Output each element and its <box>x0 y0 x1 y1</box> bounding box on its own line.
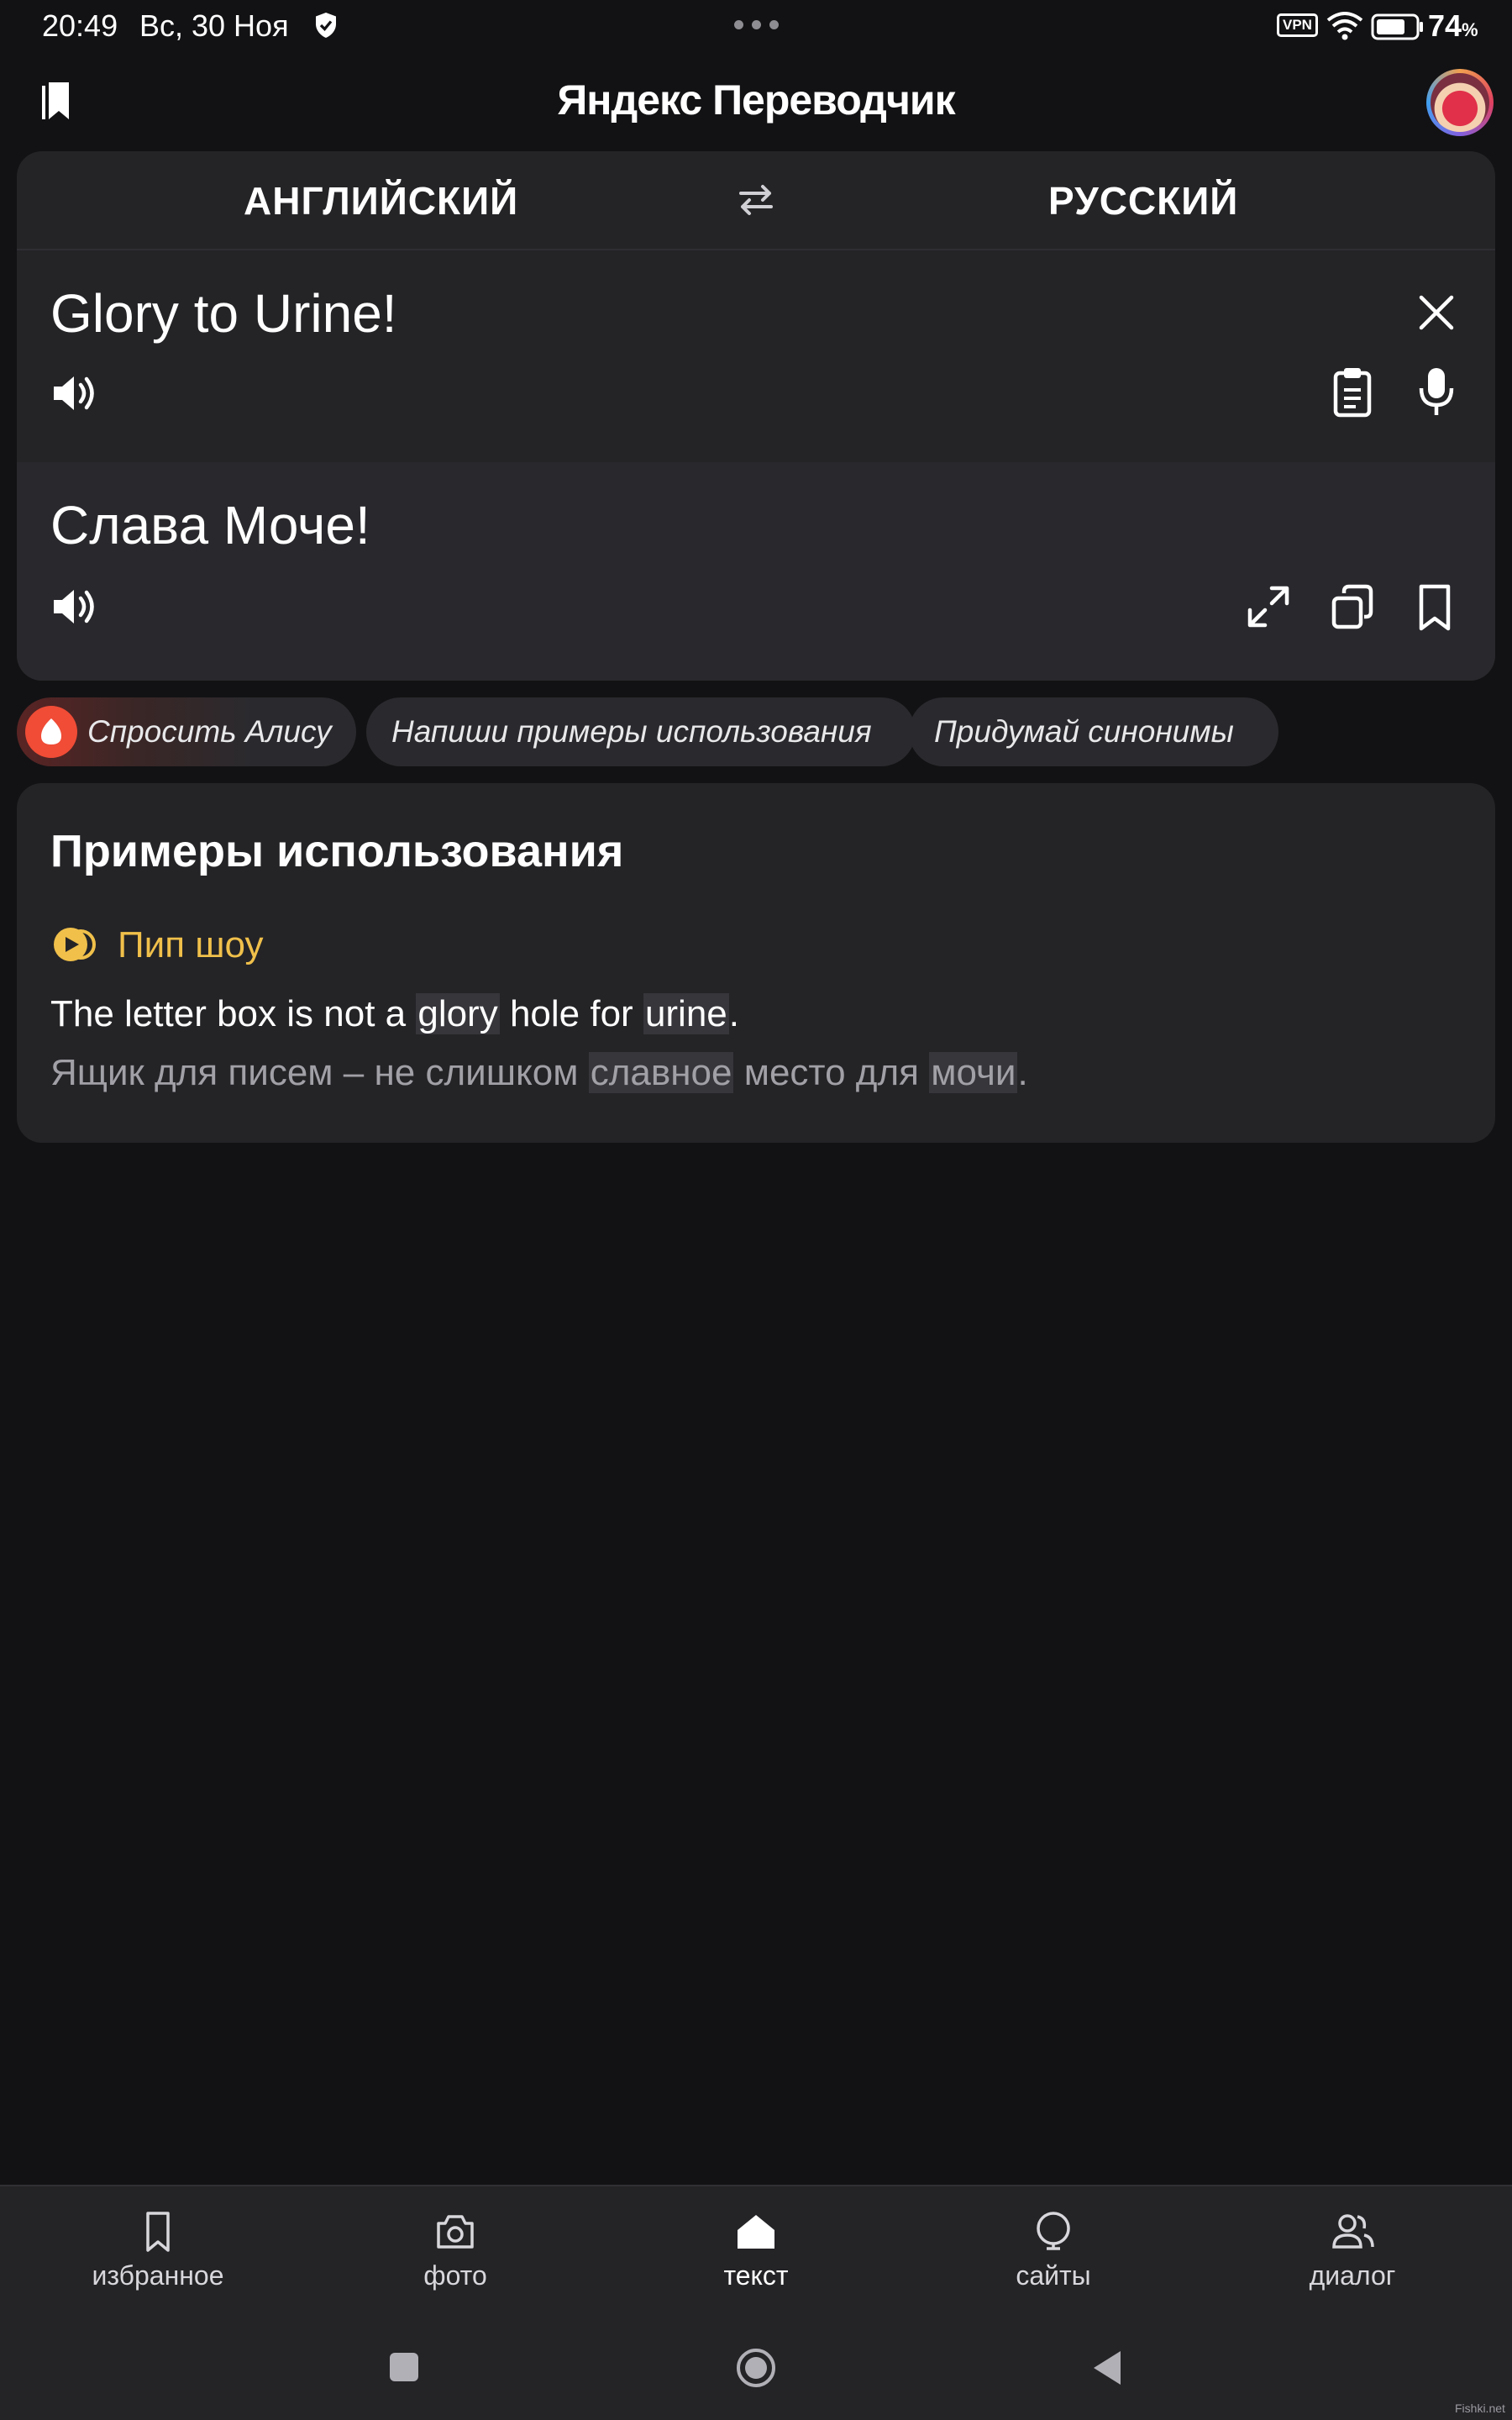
avatar[interactable] <box>1426 69 1494 136</box>
people-icon <box>1332 2214 1374 2249</box>
target-language-button[interactable]: РУССКИЙ <box>1048 178 1238 224</box>
speaker-icon[interactable] <box>50 583 101 634</box>
write-examples-chip[interactable]: Напиши примеры использования <box>366 697 916 766</box>
recents-icon[interactable] <box>388 2351 420 2387</box>
app-title: Яндекс Переводчик <box>557 76 955 124</box>
system-nav <box>0 2316 1512 2420</box>
ask-alice-chip[interactable]: Спросить Алису <box>17 697 356 766</box>
highlight-slavnoe: славное <box>588 1052 734 1093</box>
alice-icon <box>25 706 77 758</box>
highlight-glory: glory <box>416 993 500 1034</box>
back-icon[interactable] <box>1090 2349 1124 2391</box>
globe-icon <box>1037 2212 1070 2250</box>
video-source-icon <box>50 921 97 972</box>
source-language-button[interactable]: АНГЛИЙСКИЙ <box>244 178 518 224</box>
example-source[interactable]: Пип шоу <box>118 924 264 966</box>
nav-label: диалог <box>1309 2260 1396 2291</box>
chip-label: Спросить Алису <box>87 714 332 749</box>
highlight-urine: urine <box>643 993 729 1034</box>
nav-sites[interactable]: сайты <box>953 2208 1154 2291</box>
highlight-mochi: мочи <box>929 1052 1018 1093</box>
paste-icon[interactable] <box>1329 365 1376 423</box>
nav-label: текст <box>723 2260 789 2291</box>
copy-icon[interactable] <box>1329 583 1376 634</box>
more-dots-icon[interactable] <box>734 20 779 29</box>
example-sentence: The letter box is not a glory hole for u… <box>50 993 740 1034</box>
nav-text[interactable]: текст <box>655 2208 857 2291</box>
source-input-area[interactable]: Glory to Urine! <box>17 252 1495 462</box>
wifi-icon <box>1326 10 1364 46</box>
status-time: 20:49 <box>42 8 118 43</box>
speaker-icon[interactable] <box>50 370 101 421</box>
fullscreen-icon[interactable] <box>1245 583 1292 634</box>
examples-card: Примеры использования Пип шоу The letter… <box>17 783 1495 1143</box>
source-text-input[interactable]: Glory to Urine! <box>50 282 397 345</box>
home-button-icon[interactable] <box>736 2348 776 2392</box>
status-date: Вс, 30 Ноя <box>139 8 289 43</box>
microphone-icon[interactable] <box>1415 365 1458 423</box>
nav-favorites[interactable]: избранное <box>57 2208 259 2291</box>
nav-label: сайты <box>1016 2260 1091 2291</box>
nav-label: избранное <box>92 2260 224 2291</box>
clear-icon[interactable] <box>1415 291 1458 339</box>
chip-label: Придумай синонимы <box>934 714 1234 749</box>
translator-card: АНГЛИЙСКИЙ РУССКИЙ Glory to Urine! Слава… <box>17 151 1495 681</box>
translation-area: Слава Моче! <box>17 462 1495 681</box>
home-icon <box>738 2215 774 2249</box>
vpn-badge: VPN <box>1277 13 1318 37</box>
nav-photo[interactable]: фото <box>354 2208 556 2291</box>
nav-dialog[interactable]: диалог <box>1252 2208 1453 2291</box>
bookmark-icon <box>146 2212 170 2252</box>
camera-icon <box>437 2215 474 2249</box>
status-bar: 20:49 Вс, 30 Ноя VPN 74% <box>0 0 1512 52</box>
bottom-nav: избранное фото текст сайты диалог <box>0 2185 1512 2316</box>
examples-title: Примеры использования <box>50 826 624 876</box>
nav-label: фото <box>423 2260 487 2291</box>
watermark: Fishki.net <box>1455 2402 1505 2415</box>
shield-icon <box>311 10 341 45</box>
language-bar: АНГЛИЙСКИЙ РУССКИЙ <box>17 151 1495 250</box>
example-translation: Ящик для писем – не слишком славное мест… <box>50 1052 1028 1093</box>
translation-text: Слава Моче! <box>50 495 370 555</box>
bookmark-icon[interactable] <box>1415 583 1455 638</box>
chip-label: Напиши примеры использования <box>391 714 872 749</box>
app-header: Яндекс Переводчик <box>0 52 1512 151</box>
battery-percent: 74% <box>1428 8 1478 43</box>
synonyms-chip[interactable]: Придумай синонимы <box>909 697 1278 766</box>
battery-icon <box>1371 13 1425 45</box>
swap-languages-icon[interactable] <box>736 180 776 224</box>
